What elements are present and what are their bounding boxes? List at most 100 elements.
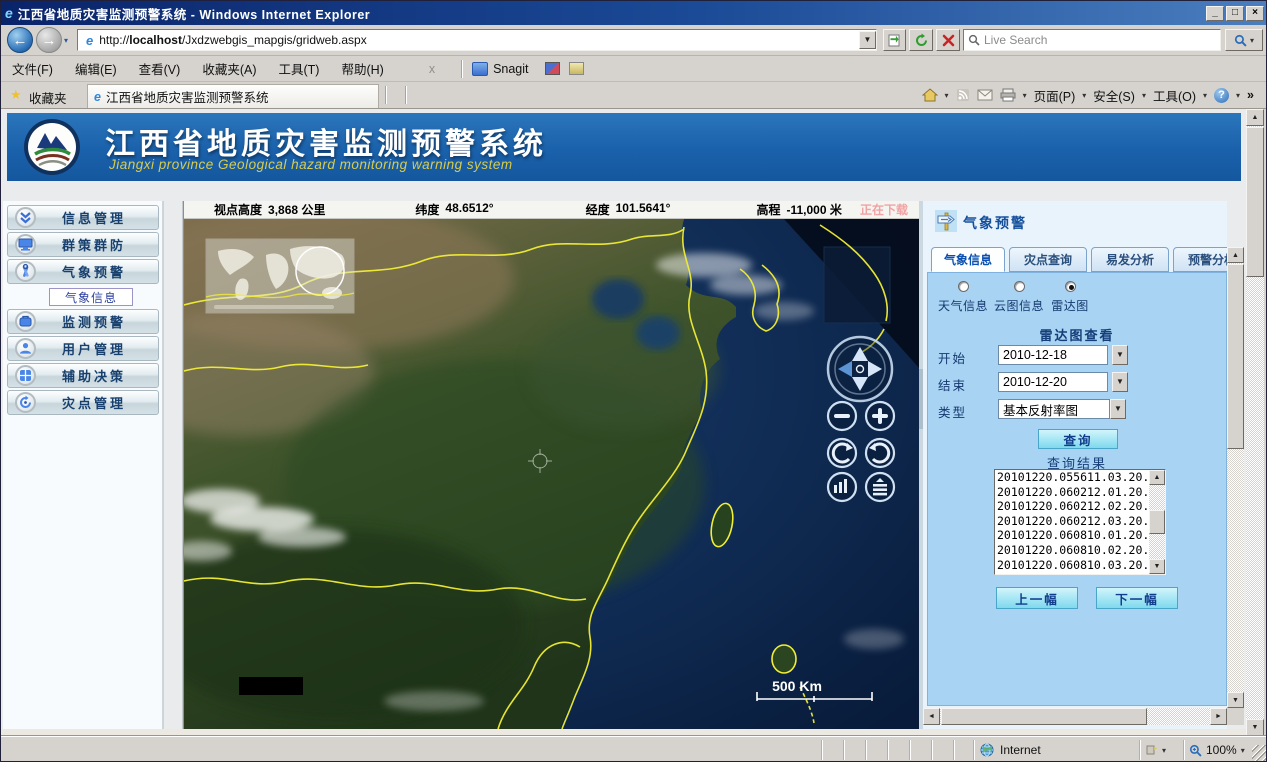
tab-hazard-query[interactable]: 灾点查询 (1009, 247, 1087, 272)
list-item[interactable]: 20101220.060810.02.20. (995, 543, 1147, 558)
zoom-control[interactable]: 100% ▾ (1183, 740, 1249, 760)
query-button[interactable]: 查询 (1038, 429, 1118, 449)
protected-mode-caret[interactable]: ▾ (1162, 746, 1166, 755)
tab-warning-analysis[interactable]: 预警分析 (1173, 247, 1227, 272)
safety-caret[interactable]: ▾ (1142, 91, 1146, 100)
list-item[interactable]: 20101220.060212.02.20. (995, 499, 1147, 514)
safety-menu[interactable]: 安全(S) (1093, 86, 1135, 105)
menu-file[interactable]: 文件(F) (1, 56, 64, 81)
type-value[interactable]: 基本反射率图 (998, 399, 1110, 419)
page-scroll-down[interactable]: ▼ (1246, 719, 1264, 736)
tools-menu[interactable]: 工具(O) (1153, 86, 1196, 105)
compatibility-button[interactable] (883, 29, 906, 51)
radio-group-weather[interactable]: 天气信息 (936, 281, 990, 314)
zoom-in-button[interactable] (866, 402, 894, 430)
rss-icon[interactable] (956, 88, 970, 102)
sidebar-item-weather-warning[interactable]: 气象预警 (7, 259, 159, 284)
pan-compass-control[interactable] (828, 337, 892, 401)
sidebar-item-info-management[interactable]: 信息管理 (7, 205, 159, 230)
favorites-label[interactable]: 收藏夹 (29, 88, 67, 107)
favorites-star-icon[interactable]: ★ (10, 87, 22, 103)
page-menu[interactable]: 页面(P) (1034, 86, 1076, 105)
history-dropdown[interactable]: ▾ (64, 36, 68, 45)
print-icon[interactable] (1000, 88, 1016, 102)
forward-button[interactable]: → (36, 27, 62, 53)
menu-favorites[interactable]: 收藏夹(A) (191, 56, 267, 81)
panel-vscroll-thumb[interactable] (1227, 264, 1244, 449)
globe-map[interactable]: 500 Km (184, 219, 920, 729)
page-vscrollbar[interactable]: ▲ ▼ (1246, 109, 1264, 736)
panel-hscroll-thumb[interactable] (941, 708, 1147, 725)
list-item[interactable]: 20101220.060212.03.20. (995, 514, 1147, 529)
mail-icon[interactable] (977, 89, 993, 101)
type-dropdown[interactable]: ▼ (1110, 399, 1126, 419)
radio-group-cloud[interactable]: 云图信息 (992, 281, 1046, 314)
page-caret[interactable]: ▾ (1082, 91, 1086, 100)
panel-scroll-up[interactable]: ▲ (1227, 247, 1244, 263)
menu-tools[interactable]: 工具(T) (267, 56, 330, 81)
end-date-dropdown[interactable]: ▼ (1112, 372, 1128, 392)
list-scrollbar[interactable]: ▲ ▼ (1149, 470, 1165, 574)
radio-radar-image[interactable] (1065, 281, 1076, 292)
sidebar-item-decision-support[interactable]: 辅助决策 (7, 363, 159, 388)
sidebar-item-monitor-warning[interactable]: 监测预警 (7, 309, 159, 334)
maximize-button[interactable]: □ (1226, 6, 1244, 21)
radio-cloud-image[interactable] (1014, 281, 1025, 292)
toolbar-close-x[interactable]: x (395, 62, 461, 76)
menu-help[interactable]: 帮助(H) (330, 56, 394, 81)
sidebar-item-group-prevention[interactable]: 群策群防 (7, 232, 159, 257)
list-scroll-up[interactable]: ▲ (1149, 470, 1165, 485)
radio-group-radar[interactable]: 雷达图 (1048, 281, 1092, 314)
map-viewport[interactable]: 视点高度3,868 公里 纬度48.6512° 经度101.5641° 高程-1… (183, 201, 919, 729)
home-icon[interactable] (922, 88, 938, 102)
previous-image-button[interactable]: 上一幅 (996, 587, 1078, 609)
list-scroll-down[interactable]: ▼ (1149, 559, 1165, 574)
snagit-editor-icon[interactable] (569, 62, 584, 75)
sidebar-item-hazard-point-management[interactable]: 灾点管理 (7, 390, 159, 415)
search-options-caret[interactable]: ▾ (1250, 36, 1254, 45)
panel-scroll-left[interactable]: ◄ (923, 708, 940, 725)
resize-grip[interactable] (1252, 745, 1267, 761)
search-go-button[interactable]: ▾ (1225, 29, 1263, 51)
help-icon[interactable]: ? (1214, 88, 1229, 103)
url-field[interactable]: e http://localhost/Jxdzwebgis_mapgis/gri… (77, 29, 877, 51)
help-caret[interactable]: ▾ (1236, 91, 1240, 100)
menu-view[interactable]: 查看(V) (128, 56, 192, 81)
snagit-label[interactable]: Snagit (493, 62, 528, 76)
next-image-button[interactable]: 下一幅 (1096, 587, 1178, 609)
sidebar-item-user-management[interactable]: 用户管理 (7, 336, 159, 361)
rotate-left-button[interactable] (828, 439, 856, 467)
protected-mode-indicator[interactable]: ▾ (1139, 740, 1181, 760)
list-item[interactable]: 20101220.055611.03.20. (995, 470, 1147, 485)
search-input[interactable]: Live Search (963, 29, 1221, 51)
back-button[interactable]: ← (7, 27, 33, 53)
close-button[interactable]: × (1246, 6, 1264, 21)
page-scroll-up[interactable]: ▲ (1246, 109, 1264, 126)
list-item[interactable]: 20101220.060212.01.20. (995, 485, 1147, 500)
list-item[interactable]: 20101220.060810.03.20. (995, 558, 1147, 573)
sidebar-subitem-weather-info[interactable]: 气象信息 (49, 288, 133, 306)
panel-scroll-down[interactable]: ▼ (1227, 692, 1244, 708)
url-dropdown-button[interactable]: ▼ (859, 31, 876, 49)
end-date-value[interactable]: 2010-12-20 (998, 372, 1108, 392)
list-item[interactable]: 20101220.060810.01.20. (995, 528, 1147, 543)
zoom-caret[interactable]: ▾ (1241, 746, 1245, 755)
home-caret[interactable]: ▾ (945, 91, 949, 100)
tab-weather-info[interactable]: 气象信息 (931, 247, 1005, 272)
menu-edit[interactable]: 编辑(E) (64, 56, 128, 81)
panel-scroll-right[interactable]: ► (1210, 708, 1227, 725)
tilt-up-button[interactable] (828, 473, 856, 501)
more-commands-chevron[interactable]: » (1247, 88, 1254, 102)
tilt-down-button[interactable] (866, 473, 894, 501)
snagit-capture-icon[interactable] (545, 62, 560, 75)
zoom-out-button[interactable] (828, 402, 856, 430)
refresh-button[interactable] (909, 29, 933, 51)
tab-susceptibility-analysis[interactable]: 易发分析 (1091, 247, 1169, 272)
start-date-dropdown[interactable]: ▼ (1112, 345, 1128, 365)
list-scroll-thumb[interactable] (1149, 510, 1165, 534)
rotate-right-button[interactable] (866, 439, 894, 467)
page-tab[interactable]: e 江西省地质灾害监测预警系统 (87, 84, 379, 108)
panel-hscrollbar[interactable]: ◄ ► (923, 708, 1227, 725)
overview-inset-map[interactable] (206, 239, 354, 313)
radio-weather-info[interactable] (958, 281, 969, 292)
